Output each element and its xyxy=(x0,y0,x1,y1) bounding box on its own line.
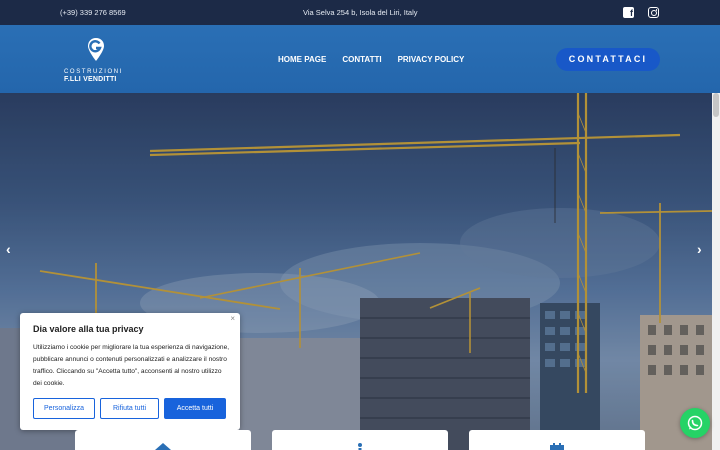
service-card[interactable] xyxy=(469,430,645,450)
instagram-icon[interactable] xyxy=(648,7,659,18)
facebook-icon[interactable]: f xyxy=(623,7,634,18)
home-icon xyxy=(155,443,171,450)
logo-pin-icon xyxy=(88,38,104,61)
nav-item-privacy[interactable]: PRIVACY POLICY xyxy=(398,55,465,64)
cookie-text: Utilizziamo i cookie per migliorare la t… xyxy=(33,344,230,387)
info-icon xyxy=(358,443,362,450)
slider-next-arrow[interactable]: › xyxy=(697,241,702,257)
scrollbar-thumb[interactable] xyxy=(713,93,719,117)
nav-item-contatti[interactable]: CONTATTI xyxy=(342,55,381,64)
cookie-banner: × Dia valore alla tua privacy Utilizziam… xyxy=(20,313,240,430)
cookie-customize-button[interactable]: Personalizza xyxy=(33,398,95,419)
whatsapp-icon xyxy=(687,415,703,431)
scrollbar[interactable] xyxy=(712,93,720,450)
top-bar: (+39) 339 276 8569 Via Selva 254 b, Isol… xyxy=(0,0,720,25)
cookie-title: Dia valore alla tua privacy xyxy=(33,324,144,334)
cookie-close-button[interactable]: × xyxy=(230,314,235,323)
whatsapp-button[interactable] xyxy=(680,408,710,438)
slider-prev-arrow[interactable]: ‹ xyxy=(6,241,11,257)
site-header: COSTRUZIONI F.LLI VENDITTI HOME PAGE CON… xyxy=(0,25,720,93)
main-nav: HOME PAGE CONTATTI PRIVACY POLICY xyxy=(278,55,464,64)
nav-item-home[interactable]: HOME PAGE xyxy=(278,55,326,64)
address: Via Selva 254 b, Isola del Liri, Italy xyxy=(303,8,418,17)
phone-number[interactable]: (+39) 339 276 8569 xyxy=(60,8,126,17)
service-card[interactable] xyxy=(75,430,251,450)
cookie-reject-button[interactable]: Rifiuta tutti xyxy=(100,398,159,419)
site-logo[interactable]: COSTRUZIONI F.LLI VENDITTI xyxy=(60,37,132,85)
contact-button[interactable]: CONTATTACI xyxy=(556,48,660,71)
cookie-accept-button[interactable]: Accetta tutti xyxy=(164,398,226,419)
logo-line-1: COSTRUZIONI xyxy=(64,69,123,75)
service-card[interactable] xyxy=(272,430,448,450)
calendar-icon xyxy=(550,443,564,450)
logo-line-2: F.LLI VENDITTI xyxy=(64,76,117,83)
